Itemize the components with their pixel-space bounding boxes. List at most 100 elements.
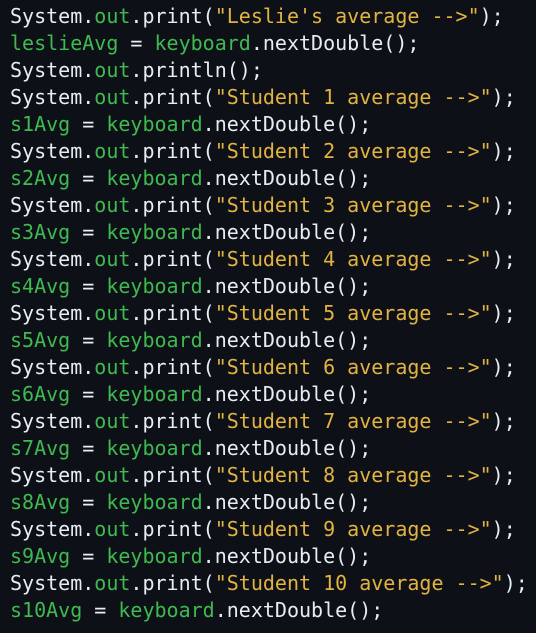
identifier-token: keyboard bbox=[154, 31, 251, 55]
code-token: .print( bbox=[130, 139, 215, 163]
string-literal: "Student 6 average -->" bbox=[214, 355, 492, 379]
identifier-token: s5Avg bbox=[10, 328, 71, 352]
string-literal: "Student 9 average -->" bbox=[214, 517, 492, 541]
code-token: .nextDouble(); bbox=[202, 490, 372, 514]
code-token: .print( bbox=[130, 193, 215, 217]
code-token: .nextDouble(); bbox=[202, 382, 372, 406]
code-token: = bbox=[70, 436, 107, 460]
code-token: .nextDouble(); bbox=[202, 436, 372, 460]
code-line: System.out.print("Student 5 average -->"… bbox=[10, 300, 536, 327]
code-token: System. bbox=[10, 85, 95, 109]
code-line: System.out.print("Student 10 average -->… bbox=[10, 570, 536, 597]
code-token: .nextDouble(); bbox=[250, 31, 420, 55]
code-line: System.out.print("Student 9 average -->"… bbox=[10, 516, 536, 543]
code-token: ); bbox=[491, 85, 516, 109]
identifier-token: s9Avg bbox=[10, 544, 71, 568]
identifier-token: s6Avg bbox=[10, 382, 71, 406]
field-token: out bbox=[94, 139, 131, 163]
code-token: System. bbox=[10, 463, 95, 487]
code-token: = bbox=[70, 382, 107, 406]
field-token: out bbox=[94, 247, 131, 271]
code-token: .nextDouble(); bbox=[202, 328, 372, 352]
code-token: ); bbox=[491, 139, 516, 163]
code-token: .nextDouble(); bbox=[214, 598, 384, 622]
code-line: s1Avg = keyboard.nextDouble(); bbox=[10, 111, 536, 138]
string-literal: "Student 5 average -->" bbox=[214, 301, 492, 325]
identifier-token: keyboard bbox=[106, 490, 203, 514]
code-token: .nextDouble(); bbox=[202, 166, 372, 190]
identifier-token: keyboard bbox=[106, 220, 203, 244]
code-line: System.out.println(); bbox=[10, 57, 536, 84]
identifier-token: keyboard bbox=[106, 382, 203, 406]
field-token: out bbox=[94, 193, 131, 217]
code-token: = bbox=[82, 598, 119, 622]
code-token: ); bbox=[491, 409, 516, 433]
code-line: System.out.print("Student 1 average -->"… bbox=[10, 84, 536, 111]
code-line: s2Avg = keyboard.nextDouble(); bbox=[10, 165, 536, 192]
code-line: System.out.print("Student 3 average -->"… bbox=[10, 192, 536, 219]
field-token: out bbox=[94, 571, 131, 595]
code-line: s3Avg = keyboard.nextDouble(); bbox=[10, 219, 536, 246]
code-line: System.out.print("Student 7 average -->"… bbox=[10, 408, 536, 435]
identifier-token: keyboard bbox=[106, 166, 203, 190]
code-line: s6Avg = keyboard.nextDouble(); bbox=[10, 381, 536, 408]
identifier-token: s1Avg bbox=[10, 112, 71, 136]
code-token: ); bbox=[503, 571, 528, 595]
field-token: out bbox=[94, 58, 131, 82]
string-literal: "Leslie's average -->" bbox=[214, 4, 480, 28]
field-token: out bbox=[94, 355, 131, 379]
code-token: .println(); bbox=[130, 58, 263, 82]
code-token: = bbox=[70, 544, 107, 568]
code-token: .print( bbox=[130, 301, 215, 325]
code-token: System. bbox=[10, 58, 95, 82]
code-token: .print( bbox=[130, 4, 215, 28]
code-line: System.out.print("Student 6 average -->"… bbox=[10, 354, 536, 381]
field-token: out bbox=[94, 85, 131, 109]
identifier-token: s10Avg bbox=[10, 598, 83, 622]
code-token: .print( bbox=[130, 247, 215, 271]
field-token: out bbox=[94, 301, 131, 325]
identifier-token: keyboard bbox=[106, 544, 203, 568]
string-literal: "Student 2 average -->" bbox=[214, 139, 492, 163]
code-line: s9Avg = keyboard.nextDouble(); bbox=[10, 543, 536, 570]
identifier-token: s4Avg bbox=[10, 274, 71, 298]
code-token: System. bbox=[10, 247, 95, 271]
code-token: = bbox=[70, 274, 107, 298]
string-literal: "Student 7 average -->" bbox=[214, 409, 492, 433]
field-token: out bbox=[94, 517, 131, 541]
identifier-token: keyboard bbox=[106, 436, 203, 460]
identifier-token: s3Avg bbox=[10, 220, 71, 244]
code-token: System. bbox=[10, 517, 95, 541]
code-token: .nextDouble(); bbox=[202, 544, 372, 568]
string-literal: "Student 8 average -->" bbox=[214, 463, 492, 487]
code-token: System. bbox=[10, 4, 95, 28]
code-token: System. bbox=[10, 355, 95, 379]
code-token: .print( bbox=[130, 85, 215, 109]
code-token: .nextDouble(); bbox=[202, 274, 372, 298]
code-line: System.out.print("Leslie's average -->")… bbox=[10, 3, 536, 30]
identifier-token: keyboard bbox=[106, 274, 203, 298]
code-line: s5Avg = keyboard.nextDouble(); bbox=[10, 327, 536, 354]
code-block: System.out.print("Leslie's average -->")… bbox=[0, 0, 536, 633]
code-line: s4Avg = keyboard.nextDouble(); bbox=[10, 273, 536, 300]
identifier-token: keyboard bbox=[106, 112, 203, 136]
code-token: = bbox=[70, 220, 107, 244]
string-literal: "Student 10 average -->" bbox=[214, 571, 504, 595]
code-line: s7Avg = keyboard.nextDouble(); bbox=[10, 435, 536, 462]
field-token: out bbox=[94, 463, 131, 487]
code-token: .print( bbox=[130, 409, 215, 433]
field-token: out bbox=[94, 409, 131, 433]
code-line: System.out.print("Student 2 average -->"… bbox=[10, 138, 536, 165]
code-token: .print( bbox=[130, 571, 215, 595]
code-token: System. bbox=[10, 301, 95, 325]
code-token: ); bbox=[491, 463, 516, 487]
code-token: System. bbox=[10, 571, 95, 595]
code-token: = bbox=[70, 328, 107, 352]
code-token: ); bbox=[479, 4, 504, 28]
code-token: .nextDouble(); bbox=[202, 112, 372, 136]
code-token: .print( bbox=[130, 355, 215, 379]
code-token: = bbox=[70, 112, 107, 136]
identifier-token: s7Avg bbox=[10, 436, 71, 460]
code-token: ); bbox=[491, 301, 516, 325]
code-line: System.out.print("Student 8 average -->"… bbox=[10, 462, 536, 489]
